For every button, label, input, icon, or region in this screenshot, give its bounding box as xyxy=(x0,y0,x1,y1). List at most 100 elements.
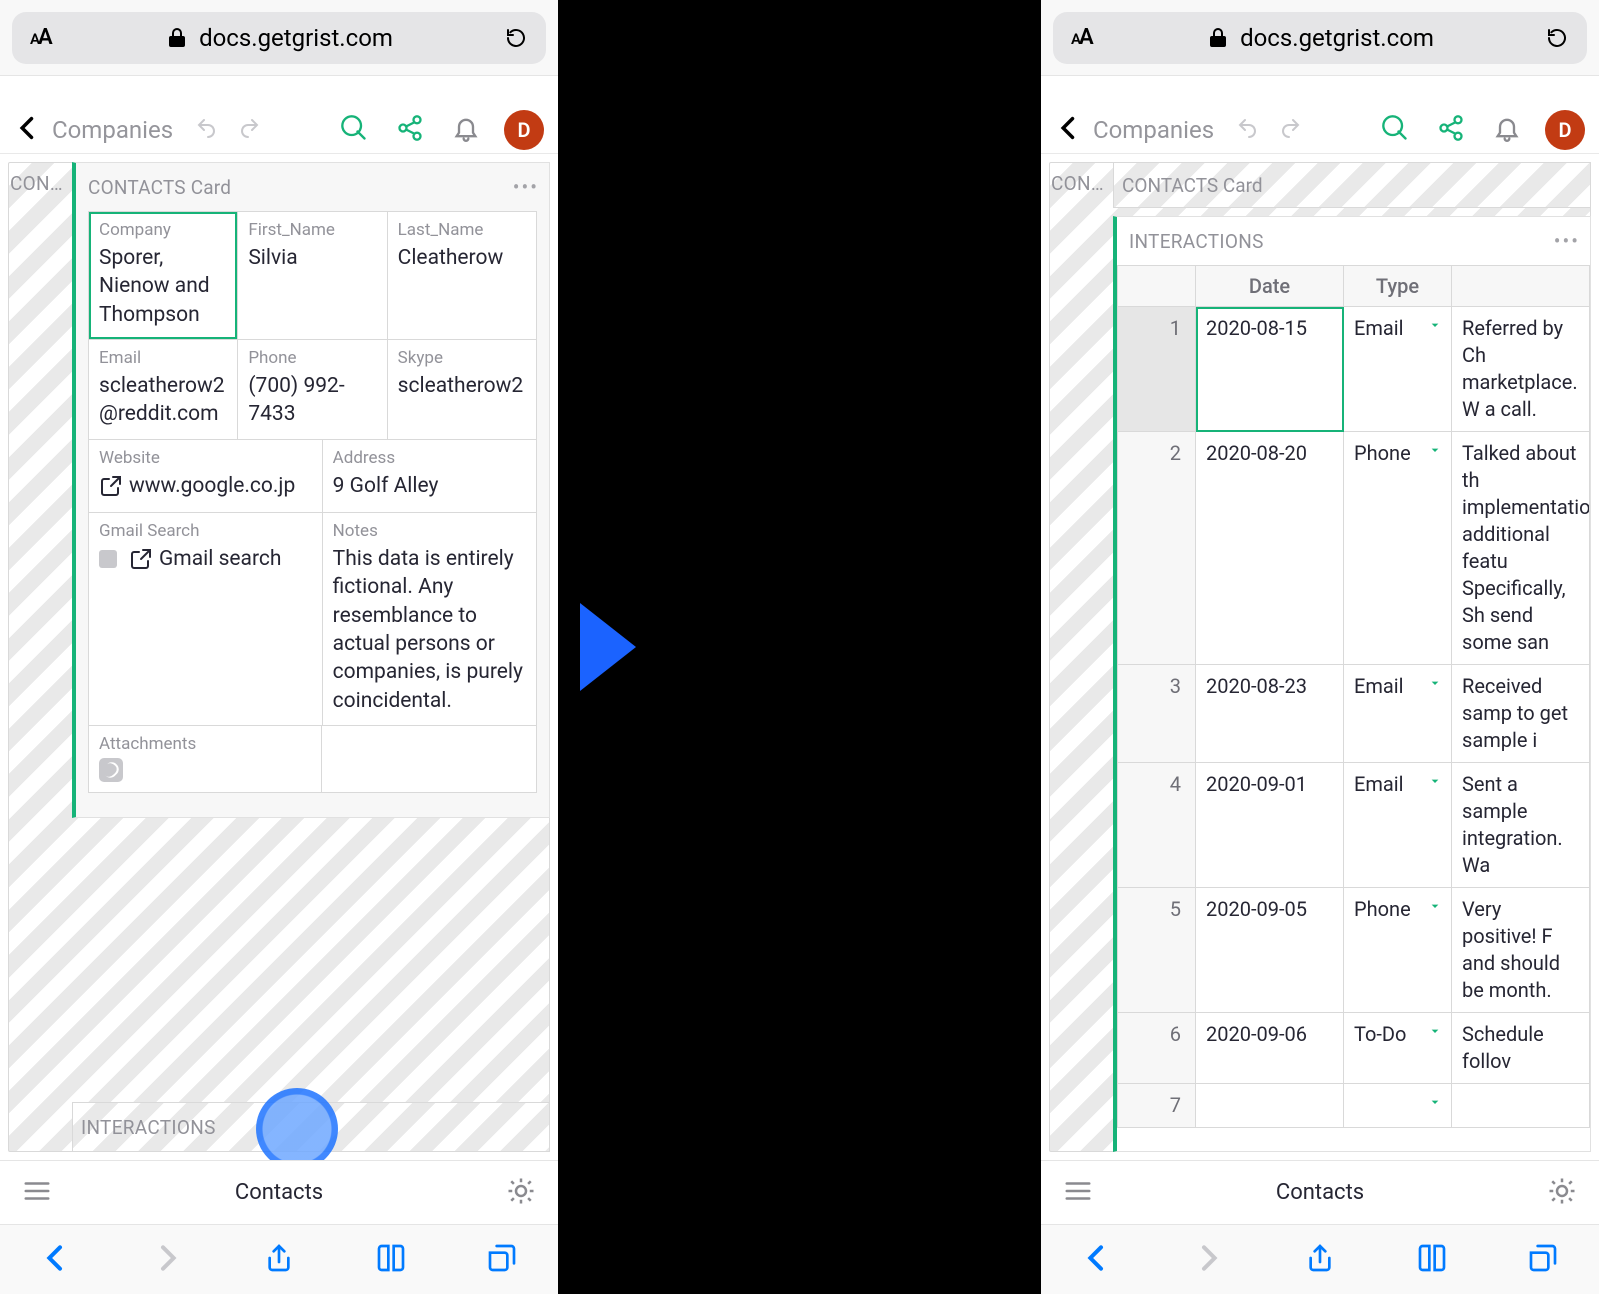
browser-tabs-button[interactable] xyxy=(486,1242,518,1278)
search-button[interactable] xyxy=(1371,114,1419,146)
field-company[interactable]: Company Sporer, Nienow and Thompson xyxy=(89,212,237,339)
browser-share-button[interactable] xyxy=(1304,1242,1336,1278)
field-address[interactable]: Address 9 Golf Alley xyxy=(322,440,536,512)
avatar[interactable]: D xyxy=(1545,110,1585,150)
url-text: docs.getgrist.com xyxy=(199,24,393,52)
panel-menu-button[interactable]: ••• xyxy=(1554,229,1580,253)
peeked-panel-label: CON… xyxy=(10,172,63,195)
dropdown-icon xyxy=(1427,898,1443,920)
table-row: 42020-09-01EmailSent a sample integratio… xyxy=(1118,763,1590,888)
cell-type[interactable]: Email xyxy=(1344,763,1452,888)
breadcrumb-doc-name[interactable]: Companies xyxy=(52,116,173,144)
cell-date[interactable]: 2020-08-20 xyxy=(1196,432,1344,665)
field-website[interactable]: Website www.google.co.jp xyxy=(89,440,322,512)
undo-button[interactable] xyxy=(1226,116,1270,144)
search-button[interactable] xyxy=(330,114,378,146)
back-button[interactable] xyxy=(1055,114,1083,146)
cell-date[interactable]: 2020-08-15 xyxy=(1196,307,1344,432)
url-pill[interactable]: AA docs.getgrist.com xyxy=(1053,12,1587,64)
notifications-button[interactable] xyxy=(1483,114,1531,146)
row-number[interactable]: 5 xyxy=(1118,888,1196,1013)
cell-date[interactable] xyxy=(1196,1084,1344,1128)
cell-date[interactable]: 2020-09-01 xyxy=(1196,763,1344,888)
table-corner xyxy=(1118,266,1196,307)
field-first-name[interactable]: First_Name Silvia xyxy=(237,212,386,339)
field-gmail-search[interactable]: Gmail Search Gmail search xyxy=(89,513,322,725)
cell-type[interactable]: Email xyxy=(1344,665,1452,763)
transition-arrow-icon xyxy=(560,0,1042,1294)
row-number[interactable]: 1 xyxy=(1118,307,1196,432)
browser-forward-button[interactable] xyxy=(1192,1242,1224,1278)
redo-button[interactable] xyxy=(1278,116,1302,144)
work-area: CON… CONTACTS Card INTERACTIONS ••• Date… xyxy=(1041,154,1599,1160)
table-row: 32020-08-23EmailReceived samp to get sam… xyxy=(1118,665,1590,763)
attachment-icon[interactable] xyxy=(99,758,123,782)
cell-notes[interactable]: Talked about th implementation additiona… xyxy=(1452,432,1590,665)
field-skype[interactable]: Skype scleatherow2 xyxy=(387,340,536,439)
browser-bookmarks-button[interactable] xyxy=(1416,1242,1448,1278)
field-last-name[interactable]: Last_Name Cleatherow xyxy=(387,212,536,339)
reload-button[interactable] xyxy=(504,26,528,50)
browser-bookmarks-button[interactable] xyxy=(375,1242,407,1278)
cell-type[interactable]: Phone xyxy=(1344,888,1452,1013)
row-number[interactable]: 3 xyxy=(1118,665,1196,763)
text-size-button[interactable]: AA xyxy=(30,25,51,50)
contacts-card-panel: CONTACTS Card ••• Company Sporer, Nienow… xyxy=(72,162,550,818)
avatar[interactable]: D xyxy=(504,110,544,150)
text-size-button[interactable]: AA xyxy=(1071,25,1092,50)
interactions-panel: INTERACTIONS ••• Date Type 12020-08-15Em… xyxy=(1113,216,1591,1152)
cell-notes[interactable] xyxy=(1452,1084,1590,1128)
col-header-date[interactable]: Date xyxy=(1196,266,1344,307)
gmail-badge-icon xyxy=(99,550,117,568)
reload-button[interactable] xyxy=(1545,26,1569,50)
cell-notes[interactable]: Sent a sample integration. Wa xyxy=(1452,763,1590,888)
dropdown-icon xyxy=(1427,1094,1443,1116)
browser-forward-button[interactable] xyxy=(151,1242,183,1278)
cell-notes[interactable]: Received samp to get sample i xyxy=(1452,665,1590,763)
url-pill[interactable]: AA docs.getgrist.com xyxy=(12,12,546,64)
browser-tabs-button[interactable] xyxy=(1527,1242,1559,1278)
cell-date[interactable]: 2020-08-23 xyxy=(1196,665,1344,763)
cell-notes[interactable]: Referred by Ch marketplace. W a call. xyxy=(1452,307,1590,432)
browser-share-button[interactable] xyxy=(263,1242,295,1278)
share-button[interactable] xyxy=(386,114,434,146)
dropdown-icon xyxy=(1427,442,1443,464)
redo-button[interactable] xyxy=(237,116,261,144)
table-row: 52020-09-05PhoneVery positive! F and sho… xyxy=(1118,888,1590,1013)
row-number[interactable]: 4 xyxy=(1118,763,1196,888)
browser-back-button[interactable] xyxy=(1081,1242,1113,1278)
field-phone[interactable]: Phone (700) 992-7433 xyxy=(237,340,386,439)
notifications-button[interactable] xyxy=(442,114,490,146)
undo-button[interactable] xyxy=(185,116,229,144)
external-link-icon[interactable] xyxy=(129,547,153,571)
panel-menu-button[interactable]: ••• xyxy=(513,175,539,199)
dropdown-icon xyxy=(1427,773,1443,795)
table-row: 22020-08-20PhoneTalked about th implemen… xyxy=(1118,432,1590,665)
row-number[interactable]: 2 xyxy=(1118,432,1196,665)
field-notes[interactable]: Notes This data is entirely fictional. A… xyxy=(322,513,536,725)
cell-notes[interactable]: Very positive! F and should be month. xyxy=(1452,888,1590,1013)
back-button[interactable] xyxy=(14,114,42,146)
cell-type[interactable]: Email xyxy=(1344,307,1452,432)
col-header-type[interactable]: Type xyxy=(1344,266,1452,307)
cell-notes[interactable]: Schedule follov xyxy=(1452,1013,1590,1084)
row-number[interactable]: 6 xyxy=(1118,1013,1196,1084)
field-attachments[interactable]: Attachments xyxy=(89,726,322,792)
cell-type[interactable]: Phone xyxy=(1344,432,1452,665)
cell-date[interactable]: 2020-09-05 xyxy=(1196,888,1344,1013)
browser-back-button[interactable] xyxy=(40,1242,72,1278)
field-email[interactable]: Email scleatherow2@reddit.com xyxy=(89,340,237,439)
row-number[interactable]: 7 xyxy=(1118,1084,1196,1128)
contacts-card-collapsed[interactable]: CONTACTS Card xyxy=(1113,162,1591,208)
cell-date[interactable]: 2020-09-06 xyxy=(1196,1013,1344,1084)
cell-type[interactable]: To-Do xyxy=(1344,1013,1452,1084)
cell-type[interactable] xyxy=(1344,1084,1452,1128)
touch-indicator xyxy=(256,1088,338,1160)
share-button[interactable] xyxy=(1427,114,1475,146)
table-row: 62020-09-06To-DoSchedule follov xyxy=(1118,1013,1590,1084)
external-link-icon[interactable] xyxy=(99,474,123,498)
breadcrumb-doc-name[interactable]: Companies xyxy=(1093,116,1214,144)
dropdown-icon xyxy=(1427,1023,1443,1045)
col-header-notes[interactable] xyxy=(1452,266,1590,307)
interactions-table: Date Type 12020-08-15EmailReferred by Ch… xyxy=(1117,265,1590,1128)
